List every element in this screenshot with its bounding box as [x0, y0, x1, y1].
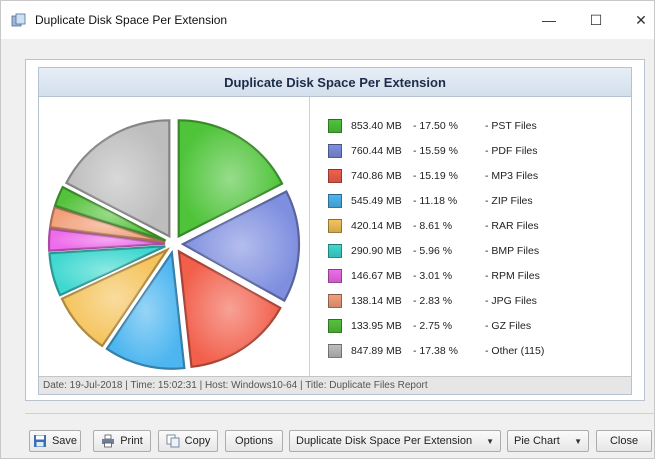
copy-button[interactable]: Copy — [158, 430, 218, 452]
legend: 853.40 MB - 17.50 % - PST Files 760.44 MB - … — [310, 97, 632, 377]
maximize-button[interactable]: ☐ — [573, 1, 619, 39]
legend-swatch — [328, 269, 342, 283]
legend-item: 853.40 MB - 17.50 % - PST Files — [328, 117, 537, 135]
minimize-button[interactable]: — — [526, 1, 572, 39]
report-container: Duplicate Disk Space Per Extension 853.4… — [25, 59, 645, 401]
pie-chart — [47, 119, 301, 370]
legend-percent: - 11.18 % — [413, 195, 458, 207]
copy-label: Copy — [184, 435, 211, 447]
report-window: Duplicate Disk Space Per Extension — ☐ ✕… — [0, 0, 655, 459]
copy-icon — [166, 434, 180, 448]
floppy-disk-icon — [33, 435, 46, 447]
legend-item: 290.90 MB - 5.96 % - BMP Files — [328, 242, 539, 260]
chart-type-select[interactable]: Pie Chart ▼ — [507, 430, 589, 452]
legend-percent: - 15.19 % — [413, 170, 458, 182]
legend-label: - MP3 Files — [485, 170, 539, 182]
options-label: Options — [235, 435, 273, 447]
title-bar: Duplicate Disk Space Per Extension — ☐ ✕ — [1, 1, 654, 39]
legend-size: 138.14 MB — [351, 295, 402, 307]
report-panel: Duplicate Disk Space Per Extension 853.4… — [38, 67, 632, 395]
legend-item: 133.95 MB - 2.75 % - GZ Files — [328, 317, 531, 335]
legend-size: 760.44 MB — [351, 145, 402, 157]
window-title: Duplicate Disk Space Per Extension — [35, 13, 228, 27]
legend-percent: - 2.83 % — [413, 295, 453, 307]
legend-label: - ZIP Files — [485, 195, 533, 207]
legend-percent: - 2.75 % — [413, 320, 453, 332]
legend-item: 740.86 MB - 15.19 % - MP3 Files — [328, 167, 538, 185]
bottom-toolbar: Save Print Copy Options Duplicate Disk S… — [25, 413, 655, 454]
legend-swatch — [328, 219, 342, 233]
legend-size: 847.89 MB — [351, 345, 402, 357]
chevron-down-icon: ▼ — [486, 436, 494, 446]
close-window-button[interactable]: ✕ — [618, 1, 655, 39]
print-button[interactable]: Print — [93, 430, 151, 452]
chevron-down-icon: ▼ — [574, 436, 582, 446]
legend-swatch — [328, 194, 342, 208]
legend-swatch — [328, 144, 342, 158]
save-label: Save — [51, 435, 78, 447]
legend-item: 847.89 MB - 17.38 % - Other (115) — [328, 342, 544, 360]
legend-swatch — [328, 169, 342, 183]
report-header: Duplicate Disk Space Per Extension — [39, 68, 631, 97]
legend-label: - PST Files — [485, 120, 537, 132]
close-button[interactable]: Close — [596, 430, 652, 452]
legend-item: 420.14 MB - 8.61 % - RAR Files — [328, 217, 539, 235]
print-label: Print — [120, 435, 143, 447]
legend-size: 133.95 MB — [351, 320, 402, 332]
legend-item: 146.67 MB - 3.01 % - RPM Files — [328, 267, 540, 285]
legend-percent: - 3.01 % — [413, 270, 453, 282]
legend-label: - BMP Files — [485, 245, 540, 257]
printer-icon — [102, 434, 115, 448]
legend-swatch — [328, 119, 342, 133]
pie-area — [39, 97, 310, 377]
legend-size: 545.49 MB — [351, 195, 402, 207]
report-type-select[interactable]: Duplicate Disk Space Per Extension ▼ — [289, 430, 501, 452]
legend-swatch — [328, 244, 342, 258]
legend-size: 146.67 MB — [351, 270, 402, 282]
legend-size: 740.86 MB — [351, 170, 402, 182]
legend-size: 290.90 MB — [351, 245, 402, 257]
report-footer: Date: 19-Jul-2018 | Time: 15:02:31 | Hos… — [39, 376, 631, 394]
legend-item: 545.49 MB - 11.18 % - ZIP Files — [328, 192, 533, 210]
legend-size: 853.40 MB — [351, 120, 402, 132]
legend-item: 760.44 MB - 15.59 % - PDF Files — [328, 142, 538, 160]
legend-percent: - 17.50 % — [413, 120, 458, 132]
save-button[interactable]: Save — [29, 430, 81, 452]
options-button[interactable]: Options — [225, 430, 283, 452]
legend-percent: - 5.96 % — [413, 245, 453, 257]
close-label: Close — [609, 435, 639, 447]
legend-label: - RAR Files — [485, 220, 539, 232]
legend-label: - Other (115) — [485, 345, 545, 357]
legend-percent: - 8.61 % — [413, 220, 453, 232]
legend-percent: - 15.59 % — [413, 145, 458, 157]
legend-label: - JPG Files — [485, 295, 537, 307]
legend-label: - PDF Files — [485, 145, 538, 157]
legend-item: 138.14 MB - 2.83 % - JPG Files — [328, 292, 537, 310]
legend-swatch — [328, 344, 342, 358]
chart-type-value: Pie Chart — [514, 435, 560, 447]
legend-percent: - 17.38 % — [413, 345, 458, 357]
legend-label: - RPM Files — [485, 270, 540, 282]
app-icon — [11, 13, 26, 27]
report-type-value: Duplicate Disk Space Per Extension — [296, 435, 473, 447]
legend-size: 420.14 MB — [351, 220, 402, 232]
legend-label: - GZ Files — [485, 320, 532, 332]
legend-swatch — [328, 319, 342, 333]
legend-swatch — [328, 294, 342, 308]
